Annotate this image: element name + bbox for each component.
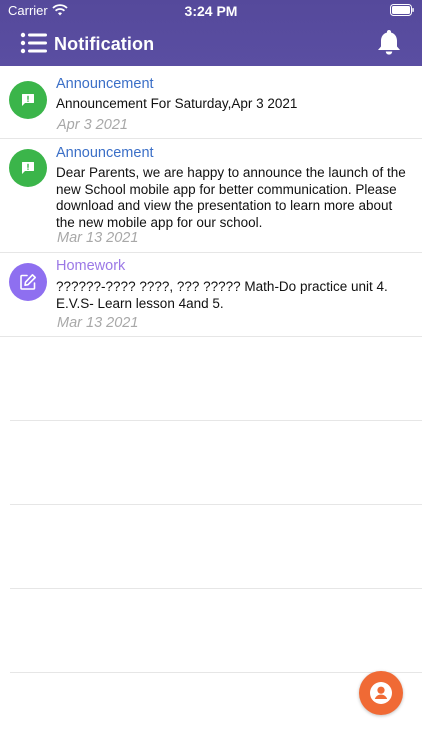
notification-type: Announcement bbox=[56, 145, 154, 161]
page-title: Notification bbox=[54, 34, 155, 54]
notification-screen: Carrier 3:24 PM Notification Announcemen… bbox=[0, 0, 422, 750]
notification-message: ??????-???? ????, ??? ????? Math-Do prac… bbox=[56, 279, 388, 311]
user-icon bbox=[370, 682, 392, 704]
notification-date: Mar 13 2021 bbox=[57, 315, 139, 331]
notification-date: Mar 13 2021 bbox=[57, 230, 139, 246]
menu-list-icon[interactable] bbox=[20, 31, 48, 55]
notification-item[interactable]: Announcement Announcement For Saturday,A… bbox=[0, 66, 422, 139]
list-divider bbox=[10, 588, 422, 589]
notification-item[interactable]: Homework ??????-???? ????, ??? ????? Mat… bbox=[0, 253, 422, 337]
battery-icon bbox=[390, 4, 414, 16]
notification-type: Announcement bbox=[56, 76, 154, 92]
announcement-badge bbox=[9, 81, 47, 119]
notification-list: Announcement Announcement For Saturday,A… bbox=[0, 66, 422, 337]
list-divider bbox=[10, 420, 422, 421]
list-divider bbox=[10, 504, 422, 505]
announcement-icon bbox=[22, 94, 34, 106]
notification-type: Homework bbox=[56, 258, 126, 274]
notification-message: Dear Parents, we are happy to announce t… bbox=[56, 165, 406, 230]
status-time: 3:24 PM bbox=[184, 3, 238, 19]
profile-fab-button[interactable] bbox=[359, 671, 403, 715]
list-divider bbox=[10, 672, 422, 673]
bell-icon[interactable] bbox=[376, 28, 402, 56]
notification-message: Announcement For Saturday,Apr 3 2021 bbox=[56, 96, 298, 111]
status-bar: Carrier 3:24 PM bbox=[0, 0, 422, 22]
edit-icon bbox=[20, 274, 36, 290]
notification-item[interactable]: Announcement Dear Parents, we are happy … bbox=[0, 139, 422, 253]
announcement-badge bbox=[9, 149, 47, 187]
homework-badge bbox=[9, 263, 47, 301]
announcement-icon bbox=[22, 162, 34, 174]
nav-bar: Notification bbox=[0, 22, 422, 66]
notification-date: Apr 3 2021 bbox=[57, 117, 128, 133]
header: Carrier 3:24 PM Notification bbox=[0, 0, 422, 66]
